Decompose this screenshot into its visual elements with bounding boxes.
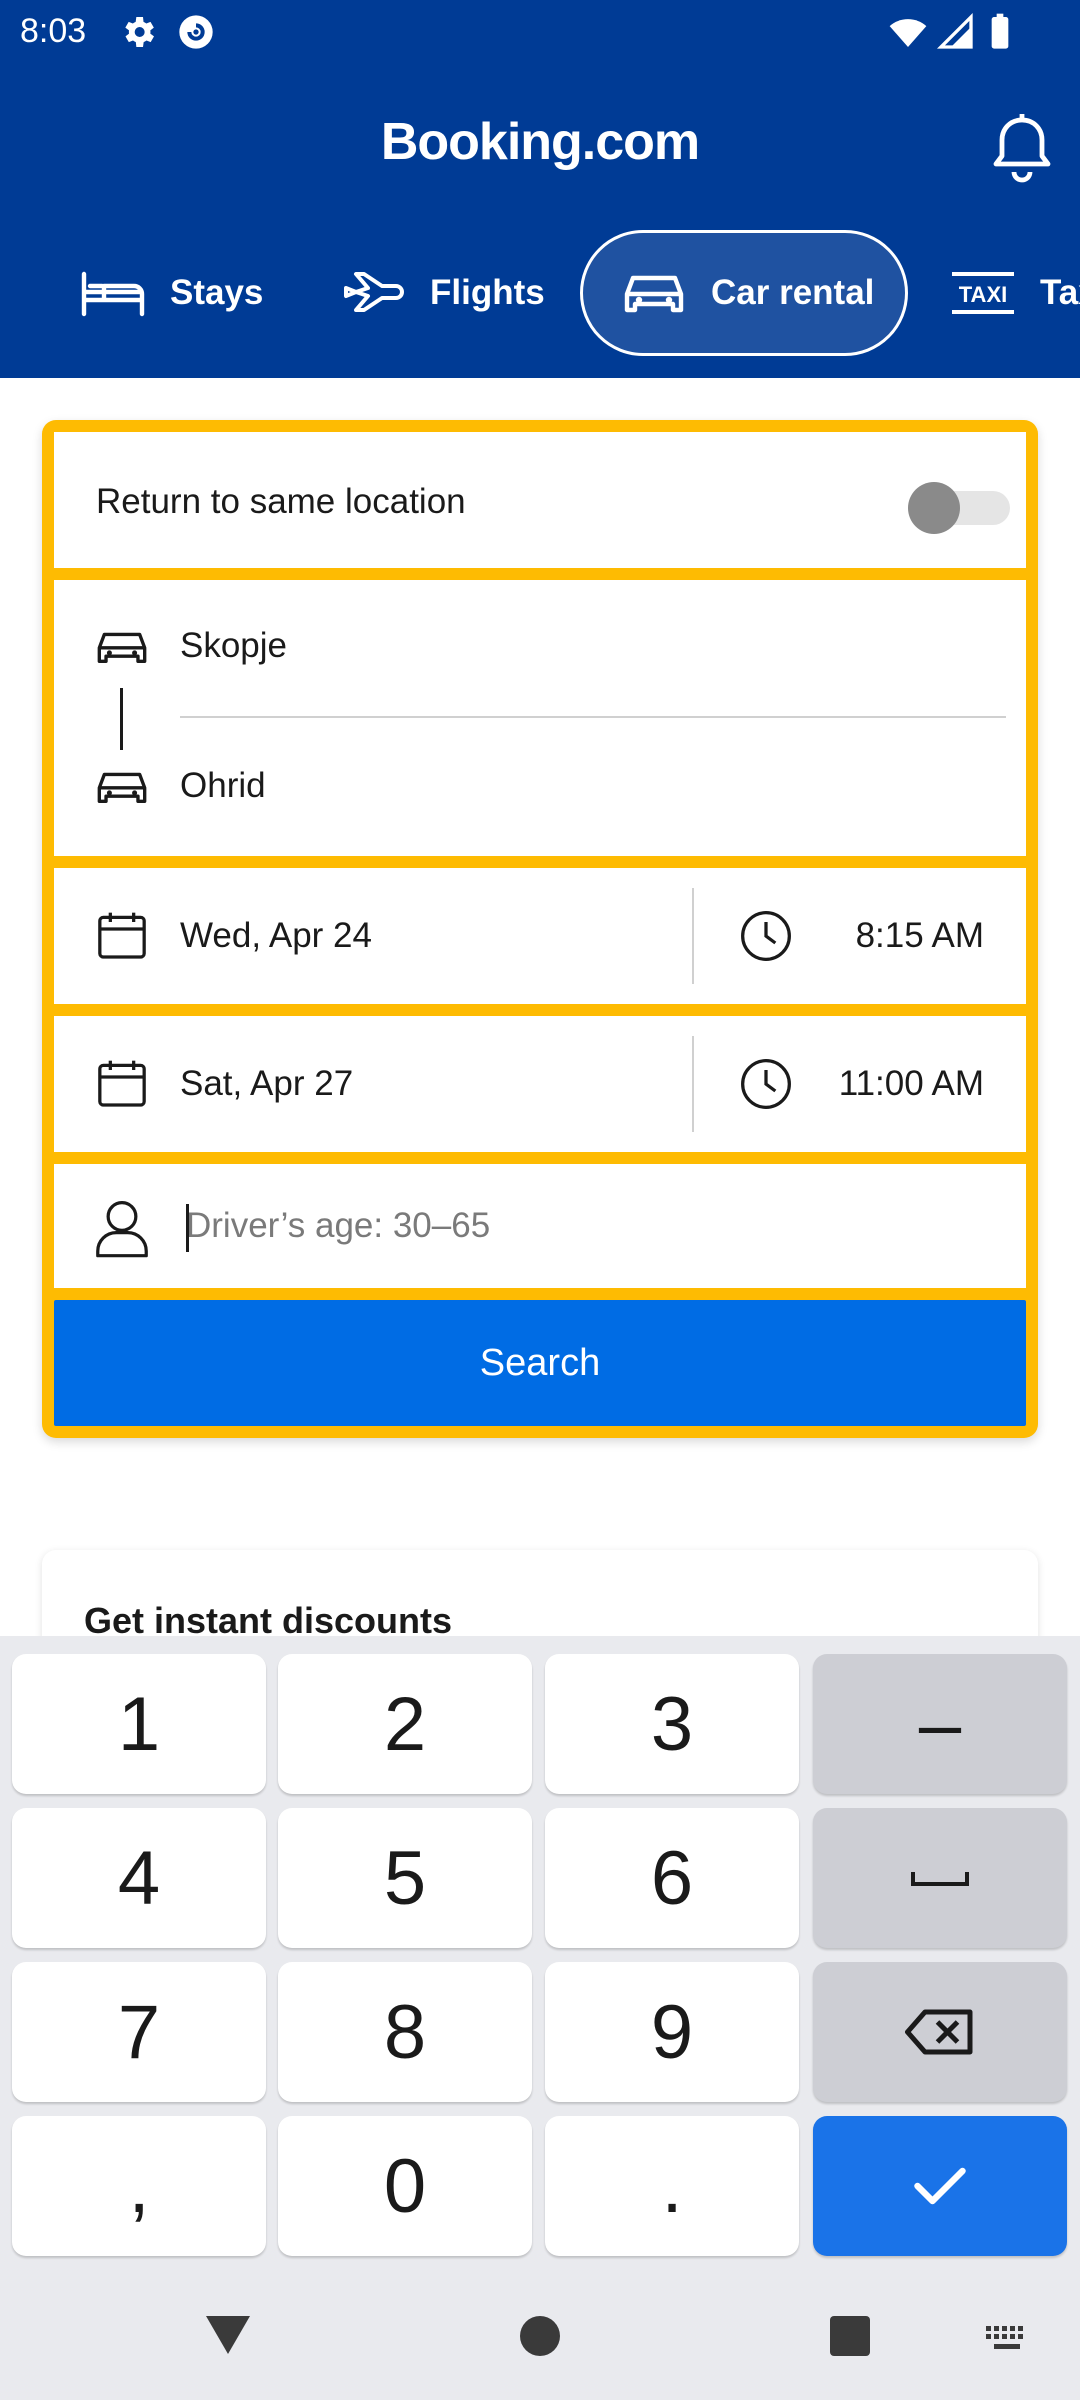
key-8[interactable]: 8 bbox=[278, 1962, 532, 2102]
car-rental-search-form: Return to same location Skopje Ohrid Wed… bbox=[42, 420, 1038, 1438]
tab-flights-label: Flights bbox=[430, 273, 545, 312]
key-done[interactable] bbox=[813, 2116, 1067, 2256]
tab-flights[interactable]: Flights bbox=[340, 230, 545, 356]
dropoff-car-icon bbox=[97, 772, 147, 803]
return-same-location-row[interactable]: Return to same location bbox=[54, 432, 1026, 568]
taxi-icon: TAXI bbox=[952, 272, 1014, 314]
dropoff-location[interactable]: Ohrid bbox=[180, 766, 266, 806]
bed-icon bbox=[81, 271, 145, 317]
tab-car-rental[interactable]: Car rental bbox=[580, 230, 908, 356]
car-icon bbox=[624, 275, 684, 313]
settings-icon bbox=[125, 17, 154, 47]
return-same-location-label: Return to same location bbox=[96, 482, 466, 521]
route-connector-line bbox=[120, 688, 123, 750]
key-0[interactable]: 0 bbox=[278, 2116, 532, 2256]
back-triangle-icon[interactable] bbox=[204, 2314, 252, 2356]
battery-icon bbox=[991, 13, 1009, 49]
key-6[interactable]: 6 bbox=[545, 1808, 799, 1948]
key-space[interactable] bbox=[813, 1808, 1067, 1948]
tab-taxi[interactable]: TAXI Tax bbox=[950, 230, 1080, 356]
checkmark-icon bbox=[914, 2167, 966, 2205]
date-time-divider bbox=[692, 1036, 694, 1132]
backspace-icon bbox=[905, 2009, 973, 2055]
dropoff-calendar-icon bbox=[98, 1060, 146, 1107]
booking-logo: Booking.com bbox=[380, 113, 700, 171]
pickup-clock-icon bbox=[741, 911, 791, 961]
dropoff-time[interactable]: 11:00 AM bbox=[839, 1064, 984, 1104]
nav-tabs: Stays Flights Car rental TAXI Tax bbox=[0, 230, 1080, 360]
key-5[interactable]: 5 bbox=[278, 1808, 532, 1948]
signal-icon bbox=[936, 12, 973, 49]
status-bar: 8:03 bbox=[0, 0, 1080, 64]
text-cursor bbox=[186, 1204, 189, 1252]
recents-square-icon[interactable] bbox=[830, 2316, 870, 2356]
date-time-divider bbox=[692, 888, 694, 984]
home-circle-icon[interactable] bbox=[520, 2316, 560, 2356]
tab-taxi-label: Tax bbox=[1040, 273, 1080, 312]
booking-app-icon bbox=[179, 15, 213, 49]
key-9[interactable]: 9 bbox=[545, 1962, 799, 2102]
tab-car-rental-label: Car rental bbox=[711, 273, 875, 312]
plane-icon bbox=[344, 272, 404, 312]
system-navigation-bar bbox=[0, 2280, 1080, 2400]
driver-age-row bbox=[54, 1164, 1026, 1288]
pickup-car-icon bbox=[97, 632, 147, 663]
space-icon bbox=[911, 1872, 969, 1886]
key-backspace[interactable] bbox=[813, 1962, 1067, 2102]
pickup-datetime-row: Wed, Apr 24 8:15 AM bbox=[54, 868, 1026, 1004]
tab-stays-label: Stays bbox=[170, 273, 264, 312]
key-7[interactable]: 7 bbox=[12, 1962, 266, 2102]
locations-panel: Skopje Ohrid bbox=[54, 580, 1026, 856]
notifications-bell-icon[interactable] bbox=[990, 112, 1054, 184]
dropoff-date[interactable]: Sat, Apr 27 bbox=[180, 1064, 353, 1104]
app-header: 8:03 Booking.com Stays Flights Car renta… bbox=[0, 0, 1080, 378]
key-1[interactable]: 1 bbox=[12, 1654, 266, 1794]
toggle-thumb[interactable] bbox=[908, 482, 960, 534]
location-divider bbox=[180, 716, 1006, 718]
status-time: 8:03 bbox=[20, 12, 87, 50]
person-icon bbox=[96, 1201, 148, 1258]
pickup-calendar-icon bbox=[98, 912, 146, 959]
driver-age-input[interactable] bbox=[186, 1196, 986, 1256]
pickup-location[interactable]: Skopje bbox=[180, 626, 287, 666]
pickup-time[interactable]: 8:15 AM bbox=[856, 916, 984, 956]
key-comma[interactable]: , bbox=[12, 2116, 266, 2256]
dropoff-clock-icon bbox=[741, 1059, 791, 1109]
search-button[interactable]: Search bbox=[54, 1300, 1026, 1426]
dropoff-datetime-row: Sat, Apr 27 11:00 AM bbox=[54, 1016, 1026, 1152]
svg-text:TAXI: TAXI bbox=[959, 282, 1007, 307]
key-minus[interactable]: – bbox=[813, 1654, 1067, 1794]
keyboard-switch-icon[interactable] bbox=[984, 2324, 1030, 2352]
key-3[interactable]: 3 bbox=[545, 1654, 799, 1794]
pickup-date[interactable]: Wed, Apr 24 bbox=[180, 916, 372, 956]
key-4[interactable]: 4 bbox=[12, 1808, 266, 1948]
key-period[interactable]: . bbox=[545, 2116, 799, 2256]
wifi-icon bbox=[889, 19, 927, 47]
tab-stays[interactable]: Stays bbox=[80, 230, 263, 356]
key-2[interactable]: 2 bbox=[278, 1654, 532, 1794]
